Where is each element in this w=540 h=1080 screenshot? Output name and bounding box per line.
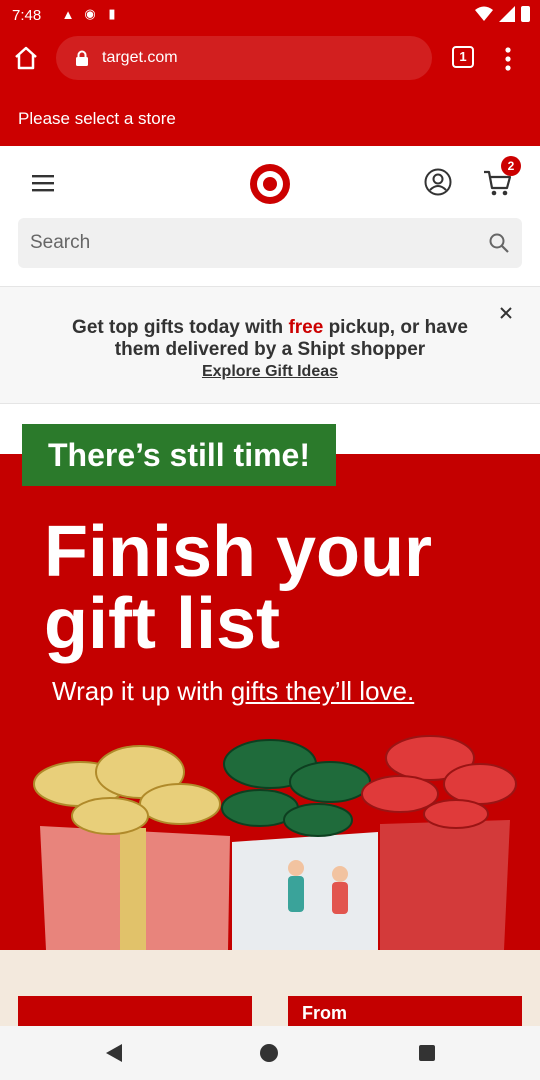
warning-icon: ▲ — [61, 6, 75, 22]
hero-banner[interactable]: There’s still time! Finish your gift lis… — [0, 404, 540, 950]
browser-chrome: 7:48 ▲ ◉ ▮ target.com 1 — [0, 0, 540, 90]
battery-icon — [521, 6, 530, 22]
home-nav-icon[interactable] — [258, 1042, 280, 1064]
home-icon[interactable] — [12, 44, 40, 72]
promo-line-2: them delivered by a Shipt shopper — [114, 339, 426, 360]
promo-line-1: Get top gifts today with free pickup, or… — [72, 317, 468, 338]
menu-icon[interactable] — [32, 174, 54, 192]
explore-gift-ideas-link[interactable]: Explore Gift Ideas — [0, 363, 540, 381]
content-peek: From — [0, 950, 540, 1026]
signal-icon — [499, 6, 515, 22]
notification-icons: ▲ ◉ ▮ — [60, 6, 120, 22]
site-header — [0, 146, 540, 286]
tab-switcher-button[interactable]: 1 — [452, 46, 474, 68]
promo-card-right[interactable]: From — [288, 996, 522, 1026]
status-bar: 7:48 ▲ ◉ ▮ — [0, 0, 540, 32]
lock-icon — [76, 50, 88, 66]
system-nav-bar — [0, 1026, 540, 1080]
wifi-icon — [475, 6, 493, 21]
hero-tag: There’s still time! — [22, 424, 336, 486]
gifts-link[interactable]: gifts they’ll love. — [231, 676, 415, 706]
search-icon[interactable] — [488, 232, 510, 254]
status-time: 7:48 — [12, 7, 42, 24]
status-right — [475, 6, 530, 22]
hero-title: Finish your gift list — [44, 512, 433, 664]
search-bar[interactable] — [18, 218, 522, 268]
promo-card-left[interactable] — [18, 996, 252, 1026]
account-icon[interactable] — [424, 168, 452, 196]
target-logo-icon[interactable] — [248, 162, 292, 206]
app-notification-icon: ◉ — [84, 6, 96, 21]
hero-subtitle: Wrap it up with gifts they’ll love. — [52, 676, 415, 706]
cart-count-badge: 2 — [501, 156, 521, 176]
promo-free-text: free — [288, 317, 324, 338]
back-icon[interactable] — [104, 1042, 124, 1064]
more-options-icon[interactable] — [500, 46, 516, 72]
store-select-text: Please select a store — [18, 109, 176, 128]
gift-boxes-illustration — [33, 735, 517, 950]
url-bar[interactable]: target.com — [56, 36, 432, 80]
promo-banner: Get top gifts today with free pickup, or… — [0, 286, 540, 404]
shopping-bag-icon: ▮ — [108, 6, 116, 21]
store-select-bar[interactable]: Please select a store — [0, 90, 540, 146]
url-text: target.com — [102, 49, 178, 66]
search-input[interactable] — [30, 230, 470, 256]
recent-apps-icon[interactable] — [418, 1044, 436, 1062]
